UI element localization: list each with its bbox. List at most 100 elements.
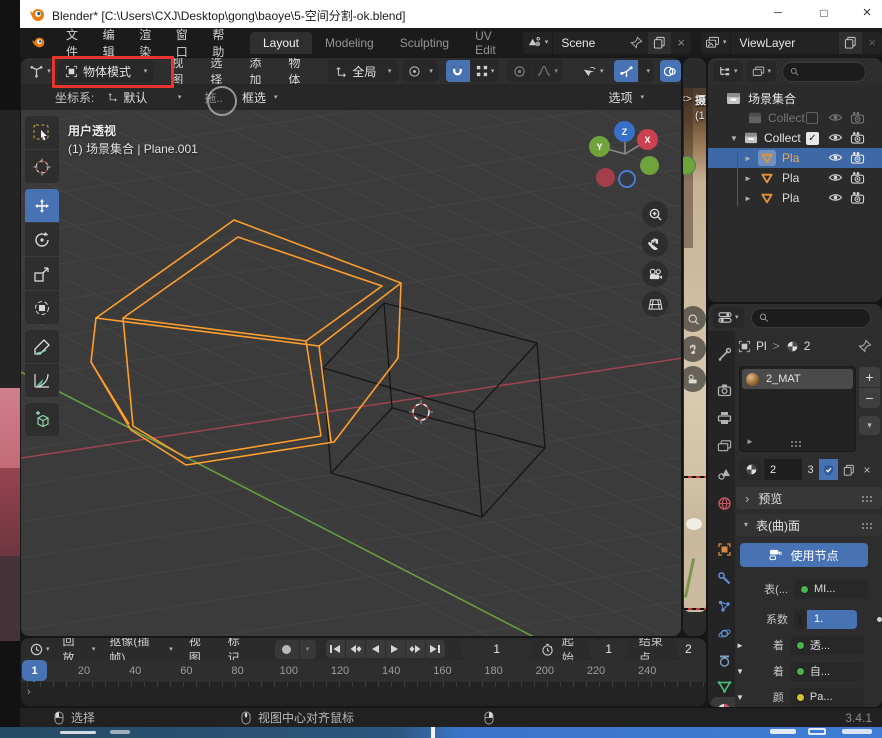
hide-eye-icon[interactable] bbox=[828, 191, 843, 204]
gizmo-axis-z[interactable]: Z bbox=[614, 121, 635, 142]
surface-panel-header[interactable]: ▾ 表(曲)面 bbox=[736, 514, 882, 536]
viewport-menu-add[interactable]: 添加 bbox=[240, 58, 279, 84]
preview-panel-header[interactable]: › 预览 bbox=[736, 487, 882, 509]
disable-render-camera-icon[interactable] bbox=[850, 191, 865, 204]
select-mode-dropdown[interactable]: 框选 ▾ bbox=[235, 87, 285, 107]
tab-constraints[interactable] bbox=[713, 649, 735, 671]
navigation-gizmo[interactable]: Z X Y bbox=[588, 118, 664, 194]
outliner-row-object[interactable]: ► Pla bbox=[708, 188, 882, 208]
outliner-row-object[interactable]: ► Pla bbox=[708, 168, 882, 188]
surface-shader-button[interactable]: MI... bbox=[794, 580, 868, 599]
animate-dot[interactable] bbox=[877, 617, 882, 622]
viewlayer-icon[interactable]: ▾ bbox=[701, 32, 732, 54]
close-button[interactable]: × bbox=[847, 4, 882, 21]
slot-list-expand-icon[interactable]: ► bbox=[746, 437, 754, 446]
pan-button[interactable] bbox=[642, 231, 668, 257]
breadcrumb-material[interactable]: 2 bbox=[804, 339, 811, 353]
disclosure-open-icon[interactable]: ▼ bbox=[730, 134, 740, 143]
jump-to-start-button[interactable] bbox=[326, 640, 345, 658]
menu-window[interactable]: 窗口 bbox=[165, 28, 202, 57]
tab-material[interactable] bbox=[713, 699, 735, 707]
tab-modifiers[interactable] bbox=[713, 567, 735, 589]
tool-move[interactable] bbox=[25, 189, 59, 222]
outliner-row-object-active[interactable]: ► Pla bbox=[708, 148, 882, 168]
next-keyframe-button[interactable] bbox=[406, 640, 425, 658]
pin-icon[interactable] bbox=[858, 339, 872, 353]
disclosure-closed-icon[interactable]: ► bbox=[744, 154, 754, 163]
factor-value-slider[interactable]: 1. bbox=[807, 610, 857, 629]
breadcrumb-object[interactable]: Pl bbox=[756, 339, 767, 353]
properties-type-button[interactable]: ▾ bbox=[713, 307, 744, 328]
options-dropdown[interactable]: 选项 ▾ bbox=[601, 87, 651, 107]
disable-render-camera-icon[interactable] bbox=[850, 151, 865, 164]
disclosure-open-icon[interactable]: ▼ bbox=[736, 667, 744, 676]
fake-user-shield-button[interactable] bbox=[819, 459, 838, 480]
users-count-button[interactable]: 3 bbox=[803, 459, 818, 480]
channel-expander[interactable]: › bbox=[27, 686, 31, 698]
unlink-material-button[interactable]: × bbox=[859, 459, 875, 480]
minimize-button[interactable]: ─ bbox=[755, 7, 801, 19]
hide-eye-icon[interactable] bbox=[828, 111, 843, 124]
timeline-tick-strip[interactable] bbox=[21, 682, 706, 706]
add-material-slot-button[interactable]: + bbox=[859, 367, 880, 387]
tab-render[interactable] bbox=[713, 379, 735, 401]
color-button[interactable]: Pa... bbox=[790, 688, 864, 707]
new-material-button[interactable] bbox=[839, 459, 858, 480]
scene-name-field[interactable]: Scene bbox=[553, 36, 625, 50]
maximize-button[interactable]: □ bbox=[801, 6, 847, 20]
disclosure-closed-icon[interactable]: ► bbox=[744, 174, 754, 183]
factor-socket-button[interactable] bbox=[794, 610, 806, 629]
ortho-toggle-button[interactable] bbox=[642, 291, 668, 317]
shader2-button[interactable]: 自... bbox=[790, 662, 864, 681]
prev-keyframe-button[interactable] bbox=[346, 640, 365, 658]
hide-eye-icon[interactable] bbox=[828, 131, 843, 144]
visibility-dropdown[interactable]: ▾ bbox=[577, 60, 609, 82]
panel-drag-grip[interactable] bbox=[861, 495, 874, 502]
tab-output[interactable] bbox=[713, 407, 735, 429]
tool-scale[interactable] bbox=[25, 257, 59, 290]
material-slot-active[interactable]: 2_MAT bbox=[742, 369, 853, 389]
hide-eye-icon[interactable] bbox=[828, 171, 843, 184]
viewport-menu-select[interactable]: 选择 bbox=[201, 58, 240, 84]
unlink-scene-button[interactable]: × bbox=[671, 35, 691, 50]
outliner-display-mode-button[interactable]: ▾ bbox=[747, 61, 777, 82]
tab-physics[interactable] bbox=[713, 622, 735, 644]
snap-toggle[interactable] bbox=[446, 60, 470, 82]
tab-particles[interactable] bbox=[713, 595, 735, 617]
coord-dropdown[interactable]: 默认 ▾ bbox=[100, 87, 188, 107]
tool-add-cube[interactable] bbox=[25, 403, 59, 436]
browse-material-button[interactable] bbox=[739, 459, 763, 480]
workspace-tab-modeling[interactable]: Modeling bbox=[312, 32, 387, 54]
pin-icon[interactable] bbox=[625, 36, 648, 49]
workspace-tab-sculpting[interactable]: Sculpting bbox=[387, 32, 462, 54]
material-breadcrumb-icon[interactable] bbox=[786, 340, 799, 353]
tool-measure[interactable] bbox=[25, 364, 59, 397]
material-specials-button[interactable]: ▾ bbox=[859, 416, 880, 435]
outliner-search[interactable] bbox=[782, 62, 866, 82]
autokey-record-button[interactable] bbox=[275, 640, 299, 659]
gizmo-axis-x[interactable]: X bbox=[637, 129, 658, 150]
workspace-tab-uvedit[interactable]: UV Edit bbox=[462, 32, 513, 54]
play-reverse-button[interactable] bbox=[366, 640, 385, 658]
gizmos-toggle[interactable] bbox=[614, 60, 638, 82]
tool-cursor[interactable] bbox=[25, 150, 59, 183]
object-breadcrumb-icon[interactable] bbox=[738, 340, 751, 353]
use-nodes-button[interactable]: 使用节点 bbox=[740, 543, 868, 567]
disclosure-closed-icon[interactable]: ► bbox=[736, 641, 744, 650]
viewport-menu-object[interactable]: 物体 bbox=[279, 58, 318, 84]
proportional-edit-toggle[interactable] bbox=[507, 60, 531, 82]
disable-render-camera-icon[interactable] bbox=[850, 171, 865, 184]
pivot-dropdown[interactable]: ▾ bbox=[403, 60, 438, 82]
menu-file[interactable]: 文件 bbox=[55, 28, 92, 57]
workspace-tab-layout[interactable]: Layout bbox=[250, 32, 312, 54]
new-viewlayer-button[interactable] bbox=[839, 32, 862, 54]
tool-rotate[interactable] bbox=[25, 223, 59, 256]
menu-help[interactable]: 帮助 bbox=[201, 28, 238, 57]
shader1-button[interactable]: 透... bbox=[790, 636, 864, 655]
tab-object[interactable] bbox=[713, 538, 735, 560]
zoom-button[interactable] bbox=[642, 201, 668, 227]
snap-target-dropdown[interactable]: ▾ bbox=[471, 60, 500, 82]
tab-tool[interactable] bbox=[713, 343, 735, 365]
panel-drag-grip[interactable] bbox=[861, 522, 874, 529]
tool-transform[interactable] bbox=[25, 291, 59, 324]
